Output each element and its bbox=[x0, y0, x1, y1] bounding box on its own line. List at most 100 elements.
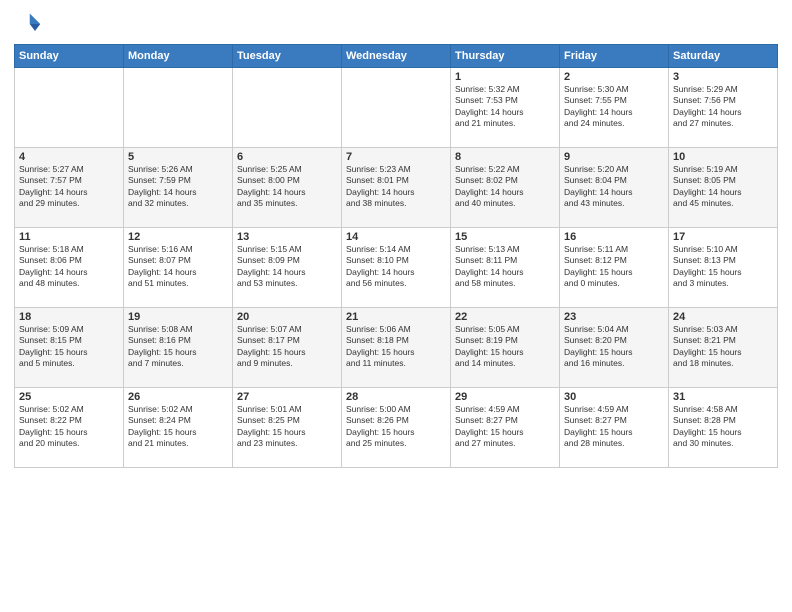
calendar-cell: 23Sunrise: 5:04 AM Sunset: 8:20 PM Dayli… bbox=[560, 308, 669, 388]
calendar-cell: 21Sunrise: 5:06 AM Sunset: 8:18 PM Dayli… bbox=[342, 308, 451, 388]
calendar-cell: 20Sunrise: 5:07 AM Sunset: 8:17 PM Dayli… bbox=[233, 308, 342, 388]
calendar-cell: 29Sunrise: 4:59 AM Sunset: 8:27 PM Dayli… bbox=[451, 388, 560, 468]
day-number: 22 bbox=[455, 311, 555, 323]
calendar-cell: 22Sunrise: 5:05 AM Sunset: 8:19 PM Dayli… bbox=[451, 308, 560, 388]
day-info: Sunrise: 5:20 AM Sunset: 8:04 PM Dayligh… bbox=[564, 164, 664, 210]
day-info: Sunrise: 5:13 AM Sunset: 8:11 PM Dayligh… bbox=[455, 244, 555, 290]
day-info: Sunrise: 5:29 AM Sunset: 7:56 PM Dayligh… bbox=[673, 84, 773, 130]
calendar-cell: 10Sunrise: 5:19 AM Sunset: 8:05 PM Dayli… bbox=[669, 148, 778, 228]
day-info: Sunrise: 5:14 AM Sunset: 8:10 PM Dayligh… bbox=[346, 244, 446, 290]
day-number: 1 bbox=[455, 71, 555, 83]
weekday-header: Thursday bbox=[451, 45, 560, 68]
day-number: 30 bbox=[564, 391, 664, 403]
logo-icon bbox=[14, 10, 42, 38]
day-number: 6 bbox=[237, 151, 337, 163]
calendar-cell: 26Sunrise: 5:02 AM Sunset: 8:24 PM Dayli… bbox=[124, 388, 233, 468]
day-number: 7 bbox=[346, 151, 446, 163]
calendar-week-row: 4Sunrise: 5:27 AM Sunset: 7:57 PM Daylig… bbox=[15, 148, 778, 228]
day-info: Sunrise: 5:26 AM Sunset: 7:59 PM Dayligh… bbox=[128, 164, 228, 210]
weekday-header: Tuesday bbox=[233, 45, 342, 68]
day-number: 13 bbox=[237, 231, 337, 243]
day-number: 25 bbox=[19, 391, 119, 403]
day-info: Sunrise: 5:08 AM Sunset: 8:16 PM Dayligh… bbox=[128, 324, 228, 370]
day-info: Sunrise: 5:00 AM Sunset: 8:26 PM Dayligh… bbox=[346, 404, 446, 450]
calendar-week-row: 25Sunrise: 5:02 AM Sunset: 8:22 PM Dayli… bbox=[15, 388, 778, 468]
day-number: 9 bbox=[564, 151, 664, 163]
day-info: Sunrise: 4:59 AM Sunset: 8:27 PM Dayligh… bbox=[455, 404, 555, 450]
weekday-header: Friday bbox=[560, 45, 669, 68]
weekday-header: Saturday bbox=[669, 45, 778, 68]
calendar-cell: 12Sunrise: 5:16 AM Sunset: 8:07 PM Dayli… bbox=[124, 228, 233, 308]
day-info: Sunrise: 5:06 AM Sunset: 8:18 PM Dayligh… bbox=[346, 324, 446, 370]
calendar-cell: 8Sunrise: 5:22 AM Sunset: 8:02 PM Daylig… bbox=[451, 148, 560, 228]
day-info: Sunrise: 5:19 AM Sunset: 8:05 PM Dayligh… bbox=[673, 164, 773, 210]
day-number: 17 bbox=[673, 231, 773, 243]
day-number: 21 bbox=[346, 311, 446, 323]
day-number: 31 bbox=[673, 391, 773, 403]
day-number: 18 bbox=[19, 311, 119, 323]
day-info: Sunrise: 5:11 AM Sunset: 8:12 PM Dayligh… bbox=[564, 244, 664, 290]
logo bbox=[14, 10, 46, 38]
calendar-cell: 28Sunrise: 5:00 AM Sunset: 8:26 PM Dayli… bbox=[342, 388, 451, 468]
day-number: 16 bbox=[564, 231, 664, 243]
calendar-cell: 5Sunrise: 5:26 AM Sunset: 7:59 PM Daylig… bbox=[124, 148, 233, 228]
day-number: 26 bbox=[128, 391, 228, 403]
day-info: Sunrise: 5:05 AM Sunset: 8:19 PM Dayligh… bbox=[455, 324, 555, 370]
day-info: Sunrise: 5:16 AM Sunset: 8:07 PM Dayligh… bbox=[128, 244, 228, 290]
day-info: Sunrise: 5:03 AM Sunset: 8:21 PM Dayligh… bbox=[673, 324, 773, 370]
day-info: Sunrise: 5:22 AM Sunset: 8:02 PM Dayligh… bbox=[455, 164, 555, 210]
day-info: Sunrise: 5:23 AM Sunset: 8:01 PM Dayligh… bbox=[346, 164, 446, 210]
weekday-header: Sunday bbox=[15, 45, 124, 68]
calendar-cell: 6Sunrise: 5:25 AM Sunset: 8:00 PM Daylig… bbox=[233, 148, 342, 228]
calendar-cell: 18Sunrise: 5:09 AM Sunset: 8:15 PM Dayli… bbox=[15, 308, 124, 388]
calendar-cell bbox=[342, 68, 451, 148]
day-info: Sunrise: 5:02 AM Sunset: 8:24 PM Dayligh… bbox=[128, 404, 228, 450]
calendar-cell: 15Sunrise: 5:13 AM Sunset: 8:11 PM Dayli… bbox=[451, 228, 560, 308]
day-info: Sunrise: 5:32 AM Sunset: 7:53 PM Dayligh… bbox=[455, 84, 555, 130]
calendar-cell: 3Sunrise: 5:29 AM Sunset: 7:56 PM Daylig… bbox=[669, 68, 778, 148]
day-number: 20 bbox=[237, 311, 337, 323]
calendar-cell: 17Sunrise: 5:10 AM Sunset: 8:13 PM Dayli… bbox=[669, 228, 778, 308]
calendar-cell: 24Sunrise: 5:03 AM Sunset: 8:21 PM Dayli… bbox=[669, 308, 778, 388]
day-number: 8 bbox=[455, 151, 555, 163]
calendar-cell: 1Sunrise: 5:32 AM Sunset: 7:53 PM Daylig… bbox=[451, 68, 560, 148]
weekday-header: Monday bbox=[124, 45, 233, 68]
calendar-cell: 4Sunrise: 5:27 AM Sunset: 7:57 PM Daylig… bbox=[15, 148, 124, 228]
calendar-cell: 14Sunrise: 5:14 AM Sunset: 8:10 PM Dayli… bbox=[342, 228, 451, 308]
day-number: 2 bbox=[564, 71, 664, 83]
day-info: Sunrise: 5:04 AM Sunset: 8:20 PM Dayligh… bbox=[564, 324, 664, 370]
calendar-week-row: 18Sunrise: 5:09 AM Sunset: 8:15 PM Dayli… bbox=[15, 308, 778, 388]
day-info: Sunrise: 5:18 AM Sunset: 8:06 PM Dayligh… bbox=[19, 244, 119, 290]
weekday-header: Wednesday bbox=[342, 45, 451, 68]
day-number: 14 bbox=[346, 231, 446, 243]
calendar: SundayMondayTuesdayWednesdayThursdayFrid… bbox=[14, 44, 778, 468]
day-number: 28 bbox=[346, 391, 446, 403]
day-info: Sunrise: 4:59 AM Sunset: 8:27 PM Dayligh… bbox=[564, 404, 664, 450]
calendar-cell: 9Sunrise: 5:20 AM Sunset: 8:04 PM Daylig… bbox=[560, 148, 669, 228]
day-number: 10 bbox=[673, 151, 773, 163]
calendar-cell bbox=[124, 68, 233, 148]
day-number: 3 bbox=[673, 71, 773, 83]
calendar-cell: 25Sunrise: 5:02 AM Sunset: 8:22 PM Dayli… bbox=[15, 388, 124, 468]
day-info: Sunrise: 5:09 AM Sunset: 8:15 PM Dayligh… bbox=[19, 324, 119, 370]
day-info: Sunrise: 4:58 AM Sunset: 8:28 PM Dayligh… bbox=[673, 404, 773, 450]
day-info: Sunrise: 5:02 AM Sunset: 8:22 PM Dayligh… bbox=[19, 404, 119, 450]
day-number: 11 bbox=[19, 231, 119, 243]
calendar-cell: 7Sunrise: 5:23 AM Sunset: 8:01 PM Daylig… bbox=[342, 148, 451, 228]
day-info: Sunrise: 5:10 AM Sunset: 8:13 PM Dayligh… bbox=[673, 244, 773, 290]
calendar-cell bbox=[233, 68, 342, 148]
calendar-cell: 19Sunrise: 5:08 AM Sunset: 8:16 PM Dayli… bbox=[124, 308, 233, 388]
calendar-cell: 31Sunrise: 4:58 AM Sunset: 8:28 PM Dayli… bbox=[669, 388, 778, 468]
calendar-cell: 16Sunrise: 5:11 AM Sunset: 8:12 PM Dayli… bbox=[560, 228, 669, 308]
weekday-header-row: SundayMondayTuesdayWednesdayThursdayFrid… bbox=[15, 45, 778, 68]
header bbox=[14, 10, 778, 38]
day-info: Sunrise: 5:25 AM Sunset: 8:00 PM Dayligh… bbox=[237, 164, 337, 210]
day-info: Sunrise: 5:07 AM Sunset: 8:17 PM Dayligh… bbox=[237, 324, 337, 370]
calendar-cell: 11Sunrise: 5:18 AM Sunset: 8:06 PM Dayli… bbox=[15, 228, 124, 308]
day-number: 5 bbox=[128, 151, 228, 163]
page: SundayMondayTuesdayWednesdayThursdayFrid… bbox=[0, 0, 792, 612]
calendar-cell: 30Sunrise: 4:59 AM Sunset: 8:27 PM Dayli… bbox=[560, 388, 669, 468]
calendar-cell: 27Sunrise: 5:01 AM Sunset: 8:25 PM Dayli… bbox=[233, 388, 342, 468]
day-number: 15 bbox=[455, 231, 555, 243]
day-info: Sunrise: 5:01 AM Sunset: 8:25 PM Dayligh… bbox=[237, 404, 337, 450]
